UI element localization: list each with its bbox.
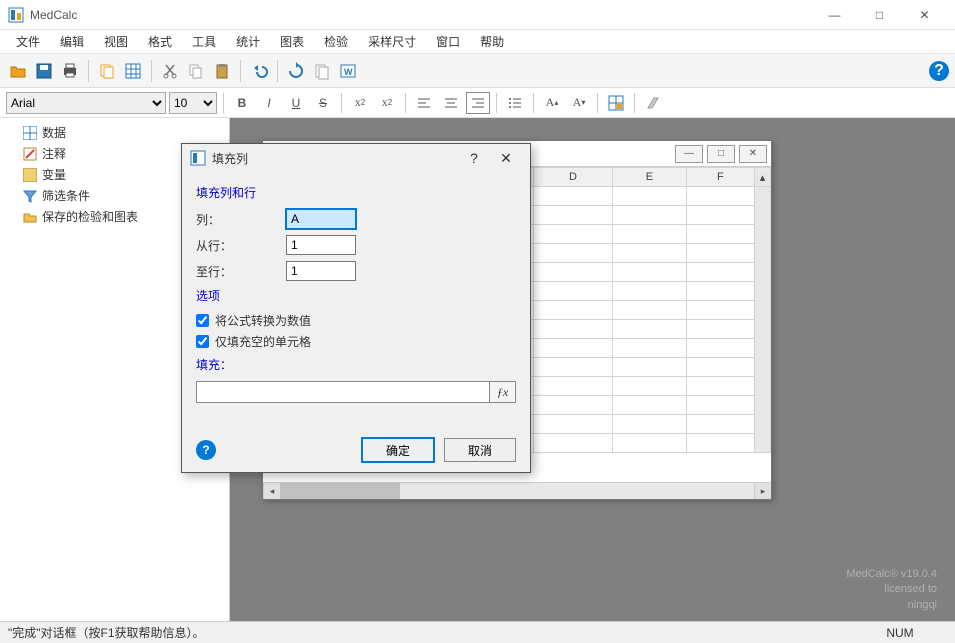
- align-center-icon[interactable]: [439, 92, 463, 114]
- menu-help[interactable]: 帮助: [470, 31, 514, 52]
- doc-copy-icon[interactable]: [310, 59, 334, 83]
- clear-format-icon[interactable]: [641, 92, 665, 114]
- dialog-help-icon[interactable]: ?: [196, 440, 216, 460]
- col-label: 列：: [196, 211, 286, 228]
- app-title: MedCalc: [30, 8, 812, 22]
- menu-stats[interactable]: 统计: [226, 31, 270, 52]
- copy2-icon[interactable]: [184, 59, 208, 83]
- dialog-close-button[interactable]: ✕: [490, 146, 522, 170]
- section-options: 选项: [196, 287, 516, 304]
- sheet-minimize-button[interactable]: —: [675, 145, 703, 163]
- menu-edit[interactable]: 编辑: [50, 31, 94, 52]
- cb1-label: 将公式转换为数值: [215, 312, 311, 329]
- refresh-icon[interactable]: [284, 59, 308, 83]
- print-icon[interactable]: [58, 59, 82, 83]
- menu-tools[interactable]: 工具: [182, 31, 226, 52]
- table-icon[interactable]: [121, 59, 145, 83]
- align-left-icon[interactable]: [412, 92, 436, 114]
- fill-empty-checkbox[interactable]: [196, 335, 209, 348]
- font-size-select[interactable]: 10: [169, 92, 217, 114]
- title-bar: MedCalc — □ ✕: [0, 0, 955, 30]
- menu-file[interactable]: 文件: [6, 31, 50, 52]
- help-icon[interactable]: ?: [929, 61, 949, 81]
- cancel-button[interactable]: 取消: [444, 438, 516, 462]
- window-minimize-button[interactable]: —: [812, 0, 857, 30]
- bold-icon[interactable]: B: [230, 92, 254, 114]
- status-num: NUM: [886, 626, 913, 640]
- convert-formula-checkbox[interactable]: [196, 314, 209, 327]
- menu-format[interactable]: 格式: [138, 31, 182, 52]
- filter-icon: [22, 188, 38, 204]
- subscript-icon[interactable]: x2: [348, 92, 372, 114]
- scroll-left-icon[interactable]: ◂: [263, 483, 280, 499]
- menu-window[interactable]: 窗口: [426, 31, 470, 52]
- dialog-titlebar[interactable]: 填充列 ? ✕: [182, 144, 530, 172]
- section-fill-range: 填充列和行: [196, 184, 516, 201]
- status-bar: "完成"对话框（按F1获取帮助信息）。 NUM: [0, 621, 955, 643]
- strike-icon[interactable]: S: [311, 92, 335, 114]
- list-icon[interactable]: [503, 92, 527, 114]
- font-select[interactable]: Arial: [6, 92, 166, 114]
- dialog-logo-icon: [190, 150, 206, 166]
- app-logo-icon: [8, 7, 24, 23]
- section-fill: 填充：: [196, 356, 516, 373]
- ok-button[interactable]: 确定: [362, 438, 434, 462]
- window-maximize-button[interactable]: □: [857, 0, 902, 30]
- status-message: "完成"对话框（按F1获取帮助信息）。: [8, 624, 205, 641]
- cell-format-icon[interactable]: [604, 92, 628, 114]
- copy-icon[interactable]: [95, 59, 119, 83]
- scroll-right-icon[interactable]: ▸: [754, 483, 771, 499]
- main-toolbar: W ?: [0, 54, 955, 88]
- tree-node-data[interactable]: 数据: [2, 122, 227, 143]
- cut-icon[interactable]: [158, 59, 182, 83]
- align-right-icon[interactable]: [466, 92, 490, 114]
- var-icon: [22, 167, 38, 183]
- menu-tests[interactable]: 检验: [314, 31, 358, 52]
- folder-icon: [22, 209, 38, 225]
- underline-icon[interactable]: U: [284, 92, 308, 114]
- fx-button[interactable]: ƒx: [490, 381, 516, 403]
- watermark: MedCalc® v19.0.4 licensed to ningqi: [846, 567, 937, 613]
- italic-icon[interactable]: I: [257, 92, 281, 114]
- dialog-title: 填充列: [212, 150, 458, 167]
- format-toolbar: Arial 10 B I U S x2 x2 A▴ A▾: [0, 88, 955, 118]
- open-icon[interactable]: [6, 59, 30, 83]
- note-icon: [22, 146, 38, 162]
- save-icon[interactable]: [32, 59, 56, 83]
- menu-view[interactable]: 视图: [94, 31, 138, 52]
- sheet-maximize-button[interactable]: □: [707, 145, 735, 163]
- fill-column-dialog: 填充列 ? ✕ 填充列和行 列： 从行： 至行： 选项 将公式转换为数值 仅填充…: [181, 143, 531, 473]
- column-input[interactable]: [286, 209, 356, 229]
- window-close-button[interactable]: ✕: [902, 0, 947, 30]
- horizontal-scrollbar[interactable]: ◂ ▸: [263, 482, 771, 499]
- grid-icon: [22, 125, 38, 141]
- from-row-input[interactable]: [286, 235, 356, 255]
- word-export-icon[interactable]: W: [336, 59, 360, 83]
- to-row-input[interactable]: [286, 261, 356, 281]
- paste-icon[interactable]: [210, 59, 234, 83]
- font-decrease-icon[interactable]: A▾: [567, 92, 591, 114]
- dialog-help-button[interactable]: ?: [458, 146, 490, 170]
- sheet-close-button[interactable]: ✕: [739, 145, 767, 163]
- superscript-icon[interactable]: x2: [375, 92, 399, 114]
- cb2-label: 仅填充空的单元格: [215, 333, 311, 350]
- font-increase-icon[interactable]: A▴: [540, 92, 564, 114]
- svg-text:W: W: [344, 67, 353, 77]
- undo-icon[interactable]: [247, 59, 271, 83]
- menu-charts[interactable]: 图表: [270, 31, 314, 52]
- menu-samplesize[interactable]: 采样尺寸: [358, 31, 426, 52]
- menu-bar: 文件 编辑 视图 格式 工具 统计 图表 检验 采样尺寸 窗口 帮助: [0, 30, 955, 54]
- fill-value-input[interactable]: [196, 381, 490, 403]
- to-label: 至行：: [196, 263, 286, 280]
- from-label: 从行：: [196, 237, 286, 254]
